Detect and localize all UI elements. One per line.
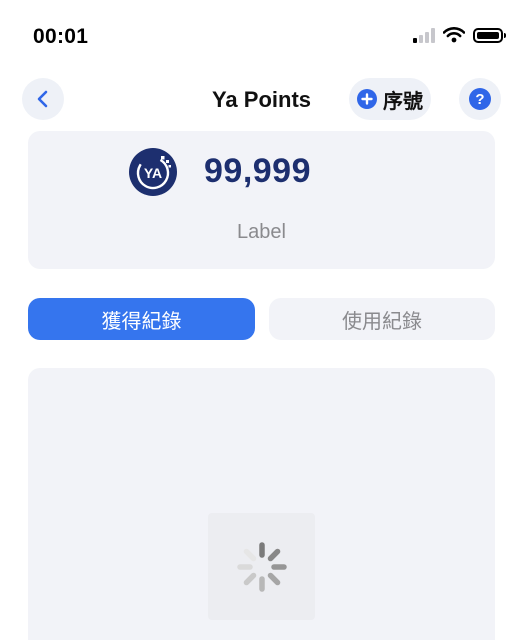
ya-points-logo: YA [129, 148, 177, 196]
status-time: 00:01 [33, 25, 89, 48]
points-balance: 99,999 [204, 152, 311, 190]
wifi-icon [443, 27, 465, 43]
records-list-panel [28, 368, 495, 640]
spinner-icon [236, 541, 287, 592]
cellular-signal-icon [413, 27, 435, 43]
logo-text: YA [144, 165, 162, 181]
tab-used-records[interactable]: 使用紀錄 [269, 298, 495, 340]
points-summary-card: YA 99,999 Label [28, 131, 495, 269]
points-label: Label [237, 221, 286, 243]
battery-icon [473, 27, 506, 43]
question-circle-icon: ? [469, 88, 491, 110]
serial-number-button[interactable]: 序號 [349, 78, 431, 120]
page-title: Ya Points [211, 87, 312, 112]
plus-circle-icon [357, 89, 377, 109]
back-button[interactable] [22, 78, 64, 120]
help-button[interactable]: ? [459, 78, 501, 120]
status-bar: 00:01 [0, 0, 523, 74]
status-icons [413, 27, 506, 43]
chevron-left-icon [37, 90, 48, 108]
navigation-bar: Ya Points 序號 ? [0, 78, 523, 122]
loading-indicator [208, 513, 315, 620]
serial-number-label: 序號 [383, 90, 423, 113]
tab-earned-records[interactable]: 獲得紀錄 [28, 298, 255, 340]
